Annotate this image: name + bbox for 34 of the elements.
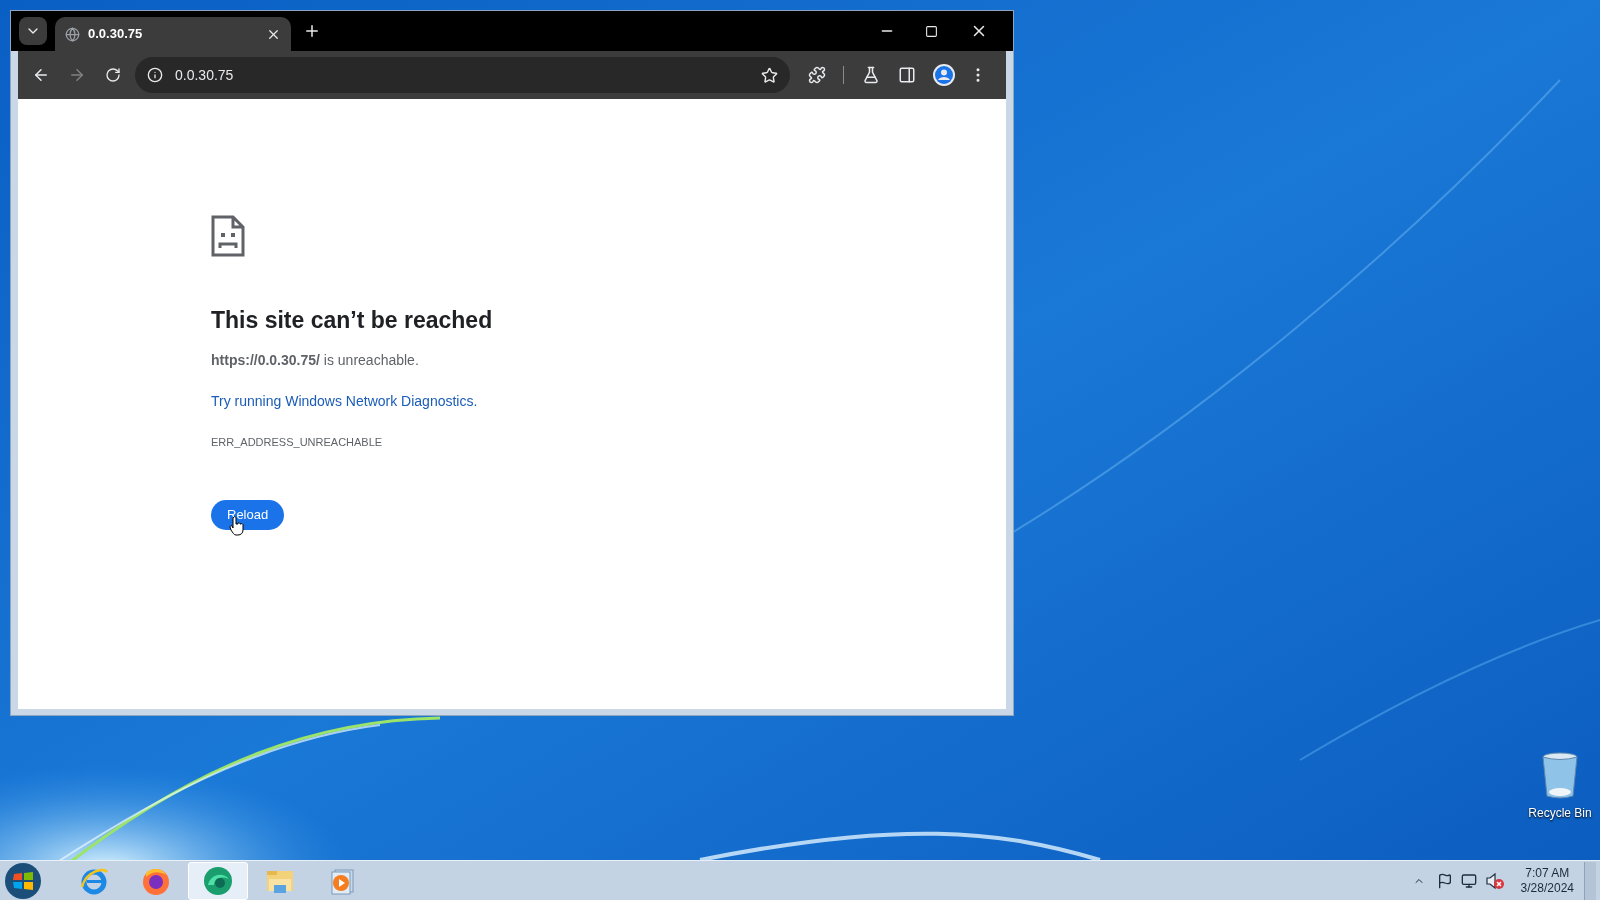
error-message: https://0.0.30.75/ is unreachable.: [211, 350, 419, 370]
clock-time: 7:07 AM: [1525, 865, 1570, 881]
flag-icon[interactable]: [1436, 872, 1453, 889]
start-orb-icon[interactable]: [4, 861, 42, 900]
muted-speaker-icon[interactable]: [1484, 871, 1505, 890]
bookmark-star-icon[interactable]: [761, 66, 778, 84]
profile-avatar-icon[interactable]: [933, 64, 955, 86]
flask-icon[interactable]: [862, 66, 880, 84]
taskbar-app-button[interactable]: [188, 861, 248, 900]
globe-icon: [65, 26, 80, 42]
swirl-logo-icon: [202, 864, 234, 897]
back-icon[interactable]: [32, 66, 50, 84]
error-heading: This site can’t be reached: [211, 306, 493, 335]
reload-button[interactable]: Reload: [211, 500, 285, 530]
trash-bin-icon[interactable]: [1541, 752, 1579, 800]
network-icon[interactable]: [1460, 872, 1477, 889]
browser-tab[interactable]: 0.0.30.75: [55, 17, 291, 51]
reload-icon[interactable]: [105, 67, 121, 83]
extensions-icon[interactable]: [808, 66, 826, 84]
clock-date: 3/28/2024: [1520, 880, 1574, 896]
new-tab-icon[interactable]: [303, 22, 321, 40]
address-bar[interactable]: 0.0.30.75: [135, 57, 790, 93]
tab-title: 0.0.30.75: [88, 25, 144, 44]
error-code: ERR_ADDRESS_UNREACHABLE: [211, 434, 383, 450]
info-icon: [147, 67, 163, 83]
sad-document-icon: [211, 215, 245, 257]
maximize-icon[interactable]: [925, 24, 938, 38]
diagnostics-link[interactable]: Try running Windows Network Diagnostics.: [211, 390, 478, 412]
side-panel-icon[interactable]: [898, 66, 916, 84]
address-text: 0.0.30.75: [175, 65, 235, 85]
tab-search-button[interactable]: [19, 17, 47, 45]
forward-icon[interactable]: [68, 66, 86, 84]
clock[interactable]: 7:07 AM 3/28/2024: [1520, 865, 1574, 896]
desktop-icon-label[interactable]: Recycle Bin: [1528, 804, 1592, 822]
